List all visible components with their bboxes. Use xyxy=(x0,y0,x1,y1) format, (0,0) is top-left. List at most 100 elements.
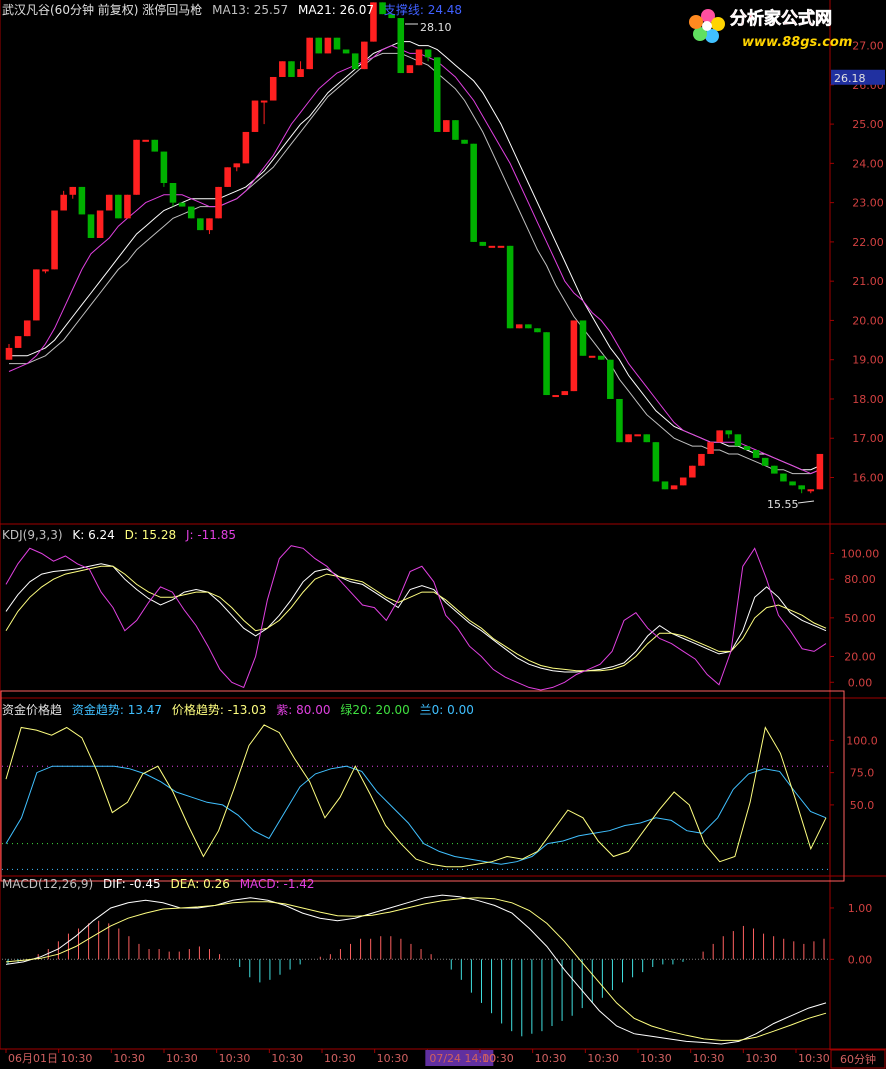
candle-down xyxy=(479,241,487,246)
candle-down xyxy=(187,206,195,219)
candle-down xyxy=(543,332,550,396)
candle-up xyxy=(96,210,104,238)
candle-up xyxy=(60,194,67,211)
time-axis-label: 10:30 xyxy=(535,1052,567,1065)
ma-long-line xyxy=(9,52,821,475)
candle-down xyxy=(78,186,86,215)
candle-down xyxy=(424,49,432,58)
candle-down xyxy=(470,143,477,242)
last-price-label: 26.18 xyxy=(834,72,866,85)
time-axis-label: 10:30 xyxy=(324,1052,356,1065)
candle-up xyxy=(561,391,569,396)
ma13-line xyxy=(8,45,821,475)
macd-header: MACD(12,26,9) DIF: -0.45 DEA: 0.26 MACD:… xyxy=(2,877,321,891)
kdj-j: J: -11.85 xyxy=(185,528,237,542)
support-value: 支撑线: 24.48 xyxy=(383,3,463,17)
candle-down xyxy=(725,430,733,435)
fund-header: 资金价格趋 资金趋势: 13.47 价格趋势: -13.03 紫: 80.00 … xyxy=(2,703,480,717)
candle-down xyxy=(87,214,95,238)
candle-down xyxy=(752,450,760,458)
candle-up xyxy=(306,37,313,70)
time-axis-label: 10:30 xyxy=(219,1052,251,1065)
candle-up xyxy=(552,395,559,398)
kdj-name: KDJ(9,3,3) xyxy=(2,528,63,542)
candle-down xyxy=(151,139,159,152)
candle-down xyxy=(197,218,204,231)
candle-up xyxy=(515,324,523,329)
candle-down xyxy=(397,18,405,74)
candle-down xyxy=(160,151,168,183)
candle-down xyxy=(607,359,614,399)
low-price-label: 15.55 xyxy=(767,498,799,511)
fund-tick-label: 100.0 xyxy=(846,734,878,747)
fund-trend-line xyxy=(5,765,827,865)
candle-down xyxy=(661,481,669,490)
kdj-line-d xyxy=(5,565,827,672)
candle-down xyxy=(525,324,532,329)
candle-down xyxy=(597,355,605,360)
candle-down xyxy=(579,320,587,356)
candle-down xyxy=(115,194,122,219)
candle-down xyxy=(761,457,769,466)
price-tick-label: 23.00 xyxy=(852,197,884,210)
price-tick-label: 19.00 xyxy=(852,354,884,367)
macd-tick-label: 1.00 xyxy=(848,902,873,915)
time-axis-label: 10:30 xyxy=(61,1052,93,1065)
candle-down xyxy=(534,328,541,333)
candle-up xyxy=(497,245,505,248)
price-trend: 价格趋势: -13.03 xyxy=(171,703,267,717)
macd-dif: DIF: -0.45 xyxy=(102,877,161,891)
candle-up xyxy=(142,139,149,142)
candle-up xyxy=(716,430,723,443)
ma21-value: MA21: 26.07 xyxy=(297,3,375,17)
candle-up xyxy=(679,477,687,486)
candle-down xyxy=(780,473,787,482)
candle-up xyxy=(488,245,496,248)
candle-up xyxy=(570,320,578,392)
candle-up xyxy=(33,269,40,321)
time-axis-label: 06月01日 xyxy=(8,1052,58,1065)
time-axis-label: 10:30 xyxy=(587,1052,619,1065)
time-axis-label: 10:30 xyxy=(693,1052,725,1065)
time-axis-label: 10:30 xyxy=(745,1052,777,1065)
flower-icon xyxy=(689,9,725,43)
candle-down xyxy=(342,49,350,54)
price-tick-label: 25.00 xyxy=(852,118,884,131)
candle-down xyxy=(351,53,359,70)
fund-tick-label: 75.0 xyxy=(850,767,875,780)
candle-up xyxy=(443,120,450,132)
kdj-tick-label: 0.00 xyxy=(848,676,873,689)
candle-down xyxy=(798,485,805,490)
price-trend-line xyxy=(5,724,827,868)
candle-up xyxy=(269,76,277,101)
candle-up xyxy=(105,194,113,211)
candle-down xyxy=(169,183,177,203)
candle-down xyxy=(734,434,742,447)
candle-down xyxy=(333,37,341,50)
price-tick-label: 24.00 xyxy=(852,157,884,170)
candle-up xyxy=(224,167,231,187)
time-axis-label: 10:30 xyxy=(798,1052,830,1065)
candle-up xyxy=(5,347,13,360)
time-axis-label: 10:30 xyxy=(482,1052,514,1065)
chart-title: 武汉凡谷(60分钟 前复权) 涨停回马枪 xyxy=(2,3,203,17)
kdj-header: KDJ(9,3,3) K: 6.24 D: 15.28 J: -11.85 xyxy=(2,528,242,542)
macd-value: MACD: -1.42 xyxy=(239,877,315,891)
price-tick-label: 16.00 xyxy=(852,472,884,485)
candle-down xyxy=(616,398,623,443)
time-axis-label: 10:30 xyxy=(640,1052,672,1065)
macd-name: MACD(12,26,9) xyxy=(2,877,94,891)
purple-line: 紫: 80.00 xyxy=(276,703,331,717)
candle-up xyxy=(279,61,286,77)
fund-panel-highlight xyxy=(0,690,845,882)
logo-url: www.88gs.com xyxy=(742,35,852,50)
time-axis-label: 10:30 xyxy=(113,1052,145,1065)
candle-up xyxy=(588,355,596,358)
candle-up xyxy=(23,320,31,337)
candle-down xyxy=(652,442,660,482)
candle-up xyxy=(415,49,423,66)
candle-up xyxy=(634,434,641,437)
kdj-tick-label: 80.00 xyxy=(844,573,876,586)
kdj-d: D: 15.28 xyxy=(124,528,177,542)
candle-up xyxy=(42,269,49,272)
